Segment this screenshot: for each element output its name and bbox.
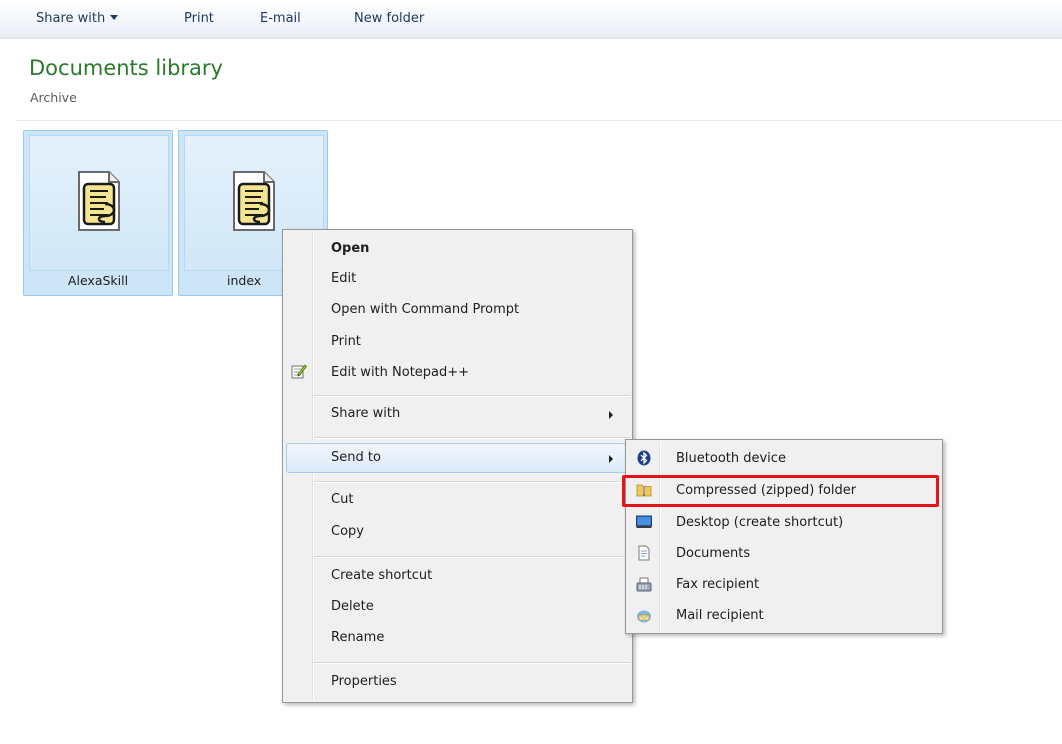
share-with-label: Share with	[36, 11, 106, 26]
page-title: Documents library	[29, 56, 223, 80]
menu-item-send-to-label: Send to	[331, 450, 381, 465]
bluetooth-icon	[637, 450, 651, 466]
chevron-down-icon	[110, 15, 119, 20]
menu-item-open[interactable]: Open	[331, 241, 369, 256]
menu-separator	[314, 481, 630, 483]
menu-item-cut[interactable]: Cut	[331, 492, 353, 507]
menu-item-properties[interactable]: Properties	[331, 674, 397, 689]
chevron-right-icon	[609, 455, 613, 463]
menu-separator	[314, 556, 630, 558]
menu-item-share-with[interactable]: Share with	[331, 406, 400, 421]
header-divider	[16, 120, 1062, 121]
submenu-item-bluetooth[interactable]: Bluetooth device	[676, 451, 786, 466]
menu-separator	[314, 662, 630, 664]
thumbnail-frame	[29, 135, 169, 271]
menu-item-copy[interactable]: Copy	[331, 524, 364, 539]
send-to-submenu: Bluetooth device Compressed (zipped) fol…	[625, 439, 943, 634]
menu-gutter	[659, 442, 661, 631]
command-bar: Share with Print E-mail New folder	[0, 0, 1062, 39]
print-button[interactable]: Print	[184, 11, 214, 26]
script-file-icon	[78, 171, 120, 231]
chevron-right-icon	[609, 411, 613, 419]
menu-item-create-shortcut[interactable]: Create shortcut	[331, 568, 432, 583]
fax-icon	[636, 577, 652, 592]
script-file-icon	[233, 171, 275, 231]
menu-item-delete[interactable]: Delete	[331, 599, 374, 614]
context-menu: Open Edit Open with Command Prompt Print…	[282, 229, 633, 703]
highlight-annotation-box	[622, 475, 939, 507]
notepad-plus-plus-icon	[291, 364, 307, 379]
menu-item-edit-notepad-plus-plus[interactable]: Edit with Notepad++	[331, 365, 469, 380]
file-name: AlexaSkill	[67, 273, 129, 288]
desktop-icon	[636, 515, 652, 528]
menu-item-edit[interactable]: Edit	[331, 271, 356, 286]
menu-item-open-command-prompt[interactable]: Open with Command Prompt	[331, 302, 519, 317]
email-button[interactable]: E-mail	[260, 11, 301, 26]
menu-item-rename[interactable]: Rename	[331, 630, 384, 645]
menu-item-print[interactable]: Print	[331, 334, 361, 349]
library-subtitle: Archive	[30, 90, 77, 105]
new-folder-button[interactable]: New folder	[354, 11, 424, 26]
documents-icon	[638, 545, 650, 561]
menu-separator	[314, 437, 630, 439]
menu-separator	[314, 395, 630, 397]
submenu-item-documents[interactable]: Documents	[676, 546, 750, 561]
submenu-item-fax-recipient[interactable]: Fax recipient	[676, 577, 759, 592]
mail-icon	[637, 610, 651, 623]
share-with-button[interactable]: Share with	[36, 11, 119, 26]
submenu-item-desktop-shortcut[interactable]: Desktop (create shortcut)	[676, 515, 843, 530]
submenu-item-mail-recipient[interactable]: Mail recipient	[676, 608, 764, 623]
file-item-alexaskill[interactable]: AlexaSkill	[23, 130, 173, 296]
